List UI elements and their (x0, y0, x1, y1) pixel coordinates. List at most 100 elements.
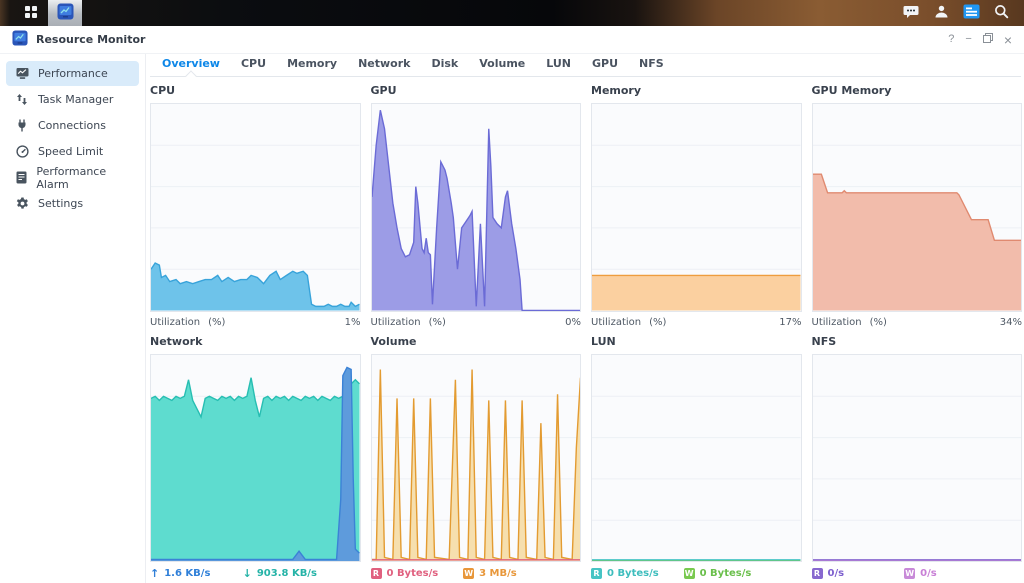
chart-footer: Utilization(%)0% (371, 312, 582, 330)
chart-card-network: Network ↑1.6 KB/s↓903.8 KB/s (150, 335, 361, 581)
plug-icon (15, 119, 29, 132)
legend-item: W0 Bytes/s (684, 568, 777, 579)
tab-disk[interactable]: Disk (429, 54, 460, 76)
write-badge: W (904, 568, 915, 579)
legend-item: ↑ 1.6 KB/s (150, 568, 243, 579)
minimize-button[interactable]: − (965, 34, 971, 45)
window-app-icon (12, 30, 28, 50)
main-menu-button[interactable] (14, 0, 48, 26)
taskbar-right (896, 0, 1024, 26)
alarm-document-icon (15, 171, 27, 184)
write-badge: W (684, 568, 695, 579)
chart-area (150, 354, 361, 563)
down-arrow-icon: ↓ (243, 568, 252, 579)
chart-card-volume: Volume R 0 Bytes/s W3 MB/s (371, 335, 582, 581)
chat-icon (903, 5, 919, 22)
restore-icon (983, 33, 993, 46)
legend-value: 0 Bytes/s (387, 568, 439, 579)
taskbar-resource-monitor-button[interactable] (48, 0, 82, 26)
taskbar-left (0, 0, 82, 26)
window-titlebar[interactable]: Resource Monitor ? − × (0, 26, 1024, 54)
chart-footer: Utilization(%)34% (812, 312, 1023, 330)
chart-area (812, 354, 1023, 563)
main-content: Overview CPU Memory Network Disk Volume LUN GPU… (146, 54, 1024, 583)
sidebar-item-performance[interactable]: Performance (6, 61, 139, 86)
notifications-button[interactable] (896, 0, 926, 26)
chart-card-memory: Memory Utilization(%)17% (591, 84, 802, 330)
sidebar-item-performance-alarm[interactable]: Performance Alarm (6, 165, 139, 190)
chart-title: Network (150, 335, 361, 351)
legend-item: R0/s (812, 568, 905, 579)
chart-title: GPU Memory (812, 84, 1023, 100)
tab-bar: Overview CPU Memory Network Disk Volume LUN GPU… (150, 54, 1021, 77)
tab-volume[interactable]: Volume (477, 54, 527, 76)
performance-chart-icon (15, 67, 29, 80)
utilization-value: 0% (565, 317, 581, 328)
chart-area (150, 103, 361, 312)
legend-value: 1.6 KB/s (164, 568, 210, 579)
search-button[interactable] (986, 0, 1016, 26)
sidebar-item-label: Performance (38, 67, 108, 80)
tab-nfs[interactable]: NFS (637, 54, 666, 76)
utilization-value: 1% (345, 317, 361, 328)
chart-title: NFS (812, 335, 1023, 351)
sidebar-item-label: Performance Alarm (36, 165, 130, 191)
chart-title: Memory (591, 84, 802, 100)
utilization-label: Utilization (150, 317, 200, 328)
tab-cpu[interactable]: CPU (239, 54, 268, 76)
legend-item: W0/s (904, 568, 997, 579)
sidebar: Performance Task Manager Connections Spe… (0, 54, 146, 583)
chart-title: LUN (591, 335, 802, 351)
chart-footer: Utilization(%)17% (591, 312, 802, 330)
chart-footer: R0/sW0/s (812, 562, 1023, 580)
sidebar-item-speed-limit[interactable]: Speed Limit (6, 139, 139, 164)
sidebar-item-task-manager[interactable]: Task Manager (6, 87, 139, 112)
sidebar-item-connections[interactable]: Connections (6, 113, 139, 138)
cpu-utilization-area (151, 263, 360, 310)
network-download-area (151, 377, 360, 561)
read-badge: R (371, 568, 382, 579)
chart-area (371, 103, 582, 312)
tab-overview[interactable]: Overview (160, 54, 222, 76)
chart-area (371, 354, 582, 563)
sidebar-item-settings[interactable]: Settings (6, 191, 139, 216)
chart-title: Volume (371, 335, 582, 351)
chart-card-nfs: NFS R0/sW0/s (812, 335, 1023, 581)
chart-card-lun: LUN R 0 Bytes/s W0 Bytes/s (591, 335, 802, 581)
volume-write-line (372, 369, 581, 559)
utilization-label: Utilization (371, 317, 421, 328)
legend-item: W3 MB/s (463, 568, 556, 579)
user-menu-button[interactable] (926, 0, 956, 26)
tab-network[interactable]: Network (356, 54, 412, 76)
maximize-button[interactable] (983, 33, 993, 46)
sidebar-item-label: Connections (38, 119, 106, 132)
utilization-label: Utilization (591, 317, 641, 328)
read-badge: R (591, 568, 602, 579)
legend-item: R 0 Bytes/s (371, 568, 464, 579)
utilization-unit: (%) (208, 317, 225, 328)
chart-footer: R 0 Bytes/s W0 Bytes/s (591, 562, 802, 580)
window-title: Resource Monitor (36, 33, 145, 46)
window-body: Performance Task Manager Connections Spe… (0, 54, 1024, 583)
legend-value: 0 Bytes/s (607, 568, 659, 579)
write-badge: W (463, 568, 474, 579)
desktop-taskbar (0, 0, 1024, 26)
chart-card-cpu: CPU Utilization (%) 1% (150, 84, 361, 330)
user-icon (934, 4, 949, 22)
chart-title: CPU (150, 84, 361, 100)
utilization-value: 17% (779, 317, 801, 328)
resource-monitor-app-icon (57, 3, 74, 23)
close-button[interactable]: × (1004, 33, 1012, 47)
help-button[interactable]: ? (948, 34, 954, 45)
up-arrow-icon: ↑ (150, 568, 159, 579)
tab-memory[interactable]: Memory (285, 54, 339, 76)
charts-grid: CPU Utilization (%) 1% GPU Utilization(%)0… (150, 77, 1022, 583)
sidebar-item-label: Task Manager (38, 93, 113, 106)
memory-utilization-area (592, 275, 801, 310)
chart-card-gpu: GPU Utilization(%)0% (371, 84, 582, 330)
gauge-icon (15, 145, 29, 158)
utilization-label: Utilization (812, 317, 862, 328)
tab-gpu[interactable]: GPU (590, 54, 620, 76)
widgets-button[interactable] (956, 0, 986, 26)
tab-lun[interactable]: LUN (544, 54, 573, 76)
